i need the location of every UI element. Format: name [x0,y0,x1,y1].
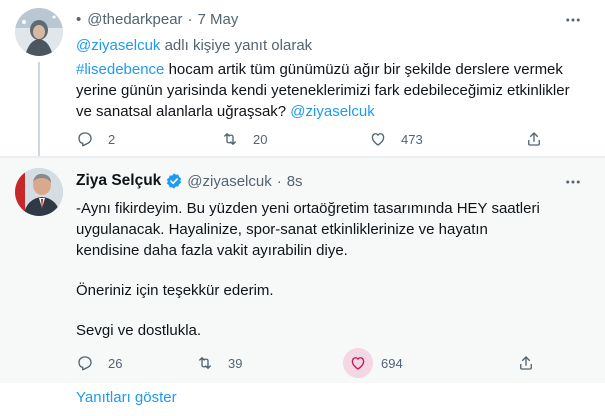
retweet-button[interactable]: 20 [221,130,369,148]
tweet-ziyaselcuk[interactable]: Ziya Selçuk @ziyaselcuk · 8s -Aynı fikir… [0,158,605,383]
show-replies-link[interactable]: Yanıtları göster [76,389,177,406]
reply-count: 26 [108,355,123,371]
display-name[interactable]: Ziya Selçuk [76,172,161,190]
tweet-header: Ziya Selçuk @ziyaselcuk · 8s [76,172,303,190]
user-handle[interactable]: @thedarkpear [87,11,182,28]
reply-button[interactable]: 2 [76,130,221,148]
heart-icon [371,133,385,146]
reply-icon [78,132,92,147]
share-icon [520,356,532,370]
share-button[interactable] [525,130,543,148]
reply-icon [78,356,92,371]
tweet-header: • @thedarkpear · 7 May [76,11,238,28]
like-button[interactable]: 694 [343,348,517,378]
like-button[interactable]: 473 [369,130,525,148]
retweet-count: 20 [253,131,268,147]
more-horizontal-icon [566,18,580,22]
replying-to: @ziyaselcuk adlı kişiye yanıt olarak [76,37,312,54]
tweet-actions: 2 20 473 [76,130,543,148]
mention-link[interactable]: @ziyaselcuk [290,103,374,120]
heart-icon [351,357,365,370]
verified-badge-icon [165,172,183,190]
retweet-icon [199,357,211,369]
more-horizontal-icon [566,180,580,184]
retweet-button[interactable]: 39 [196,354,349,372]
bullet: • [76,11,82,28]
share-button[interactable] [517,354,535,372]
reply-suffix: adlı kişiye yanıt olarak [160,37,313,54]
avatar-ziyaselcuk[interactable] [15,168,63,216]
user-handle[interactable]: @ziyaselcuk [187,173,271,190]
tweet-actions: 26 39 694 [76,348,535,378]
like-count: 473 [401,131,423,147]
reply-button[interactable]: 26 [76,354,196,372]
separator: · [187,11,193,28]
like-count: 694 [381,355,403,371]
tweet-time[interactable]: 8s [287,173,303,190]
tweet-date[interactable]: 7 May [198,11,239,28]
thread-line [38,62,40,156]
tweet-paragraph: Öneriniz için teşekkür ederim. [76,282,274,299]
reply-count: 2 [108,131,116,147]
tweet-text: -Aynı fikirdeyim. Bu yüzden yeni ortaöğr… [76,198,546,360]
more-options-button[interactable] [563,172,583,192]
tweet-paragraph: Sevgi ve dostlukla. [76,322,202,339]
tweet-text: #lisedebence hocam artik tüm günümüzü ağ… [76,59,576,122]
hashtag-link[interactable]: #lisedebence [76,61,164,78]
more-options-button[interactable] [563,10,583,30]
tweet-thedarkpear[interactable]: • @thedarkpear · 7 May @ziyaselcuk adlı … [0,0,605,156]
retweet-icon [224,133,236,145]
reply-mention-link[interactable]: @ziyaselcuk [76,37,160,54]
retweet-count: 39 [228,355,243,371]
like-hover-circle [343,348,373,378]
share-icon [528,132,540,146]
tweet-paragraph: -Aynı fikirdeyim. Bu yüzden yeni ortaöğr… [76,200,540,259]
avatar-thedarkpear[interactable] [15,8,63,56]
separator: · [276,172,282,190]
